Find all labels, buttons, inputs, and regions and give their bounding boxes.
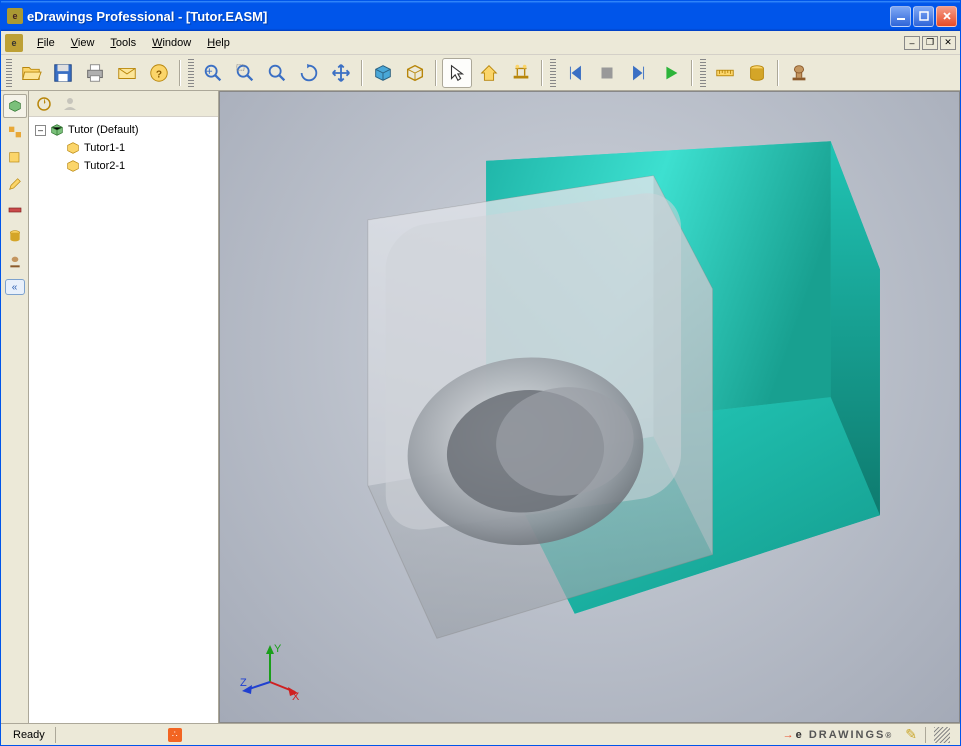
print-button[interactable] [80, 58, 110, 88]
edit-icon[interactable]: ✎ [905, 726, 917, 743]
markup-icon[interactable] [3, 146, 27, 170]
menu-help[interactable]: Help [199, 34, 238, 52]
model-render [220, 92, 959, 722]
collapse-panel-button[interactable]: « [5, 279, 25, 295]
app-icon: e [7, 8, 23, 24]
doc-icon: e [5, 34, 23, 52]
zoom-button[interactable] [262, 58, 292, 88]
open-button[interactable] [16, 58, 46, 88]
toolbar-separator [435, 60, 437, 86]
3d-viewport[interactable]: Y X Z [219, 91, 960, 723]
tree-user-icon[interactable] [59, 93, 81, 115]
svg-text:X: X [292, 691, 300, 702]
toolbar-grip[interactable] [6, 59, 12, 87]
status-ready: Ready [5, 729, 53, 741]
select-button[interactable] [442, 58, 472, 88]
stop-button[interactable] [592, 58, 622, 88]
menu-window[interactable]: Window [144, 34, 199, 52]
titlebar[interactable]: e eDrawings Professional - [Tutor.EASM] [1, 1, 960, 31]
toolbar-separator [777, 60, 779, 86]
perspective-button[interactable] [400, 58, 430, 88]
workarea: « – Tutor (Default) Tutor1-1 Tut [1, 91, 960, 723]
stamp-tool-icon[interactable] [3, 250, 27, 274]
statusbar: Ready ∴ →e DRAWINGS® ✎ [1, 723, 960, 745]
mdi-close-button[interactable]: ✕ [940, 36, 956, 50]
collapse-icon[interactable]: – [35, 125, 46, 136]
minimize-button[interactable] [890, 6, 911, 27]
tree-body: – Tutor (Default) Tutor1-1 Tutor2-1 [29, 117, 218, 723]
tree-item-row[interactable]: Tutor2-1 [31, 157, 216, 175]
next-button[interactable] [624, 58, 654, 88]
toolbar-separator [361, 60, 363, 86]
menu-view[interactable]: View [63, 34, 103, 52]
tree-root-label: Tutor (Default) [68, 124, 139, 136]
menu-file[interactable]: File [29, 34, 63, 52]
tree-home-icon[interactable] [33, 93, 55, 115]
svg-text:Z: Z [240, 677, 247, 689]
zoom-area-button[interactable] [230, 58, 260, 88]
close-button[interactable] [936, 6, 957, 27]
pan-button[interactable] [326, 58, 356, 88]
help-button[interactable]: ? [144, 58, 174, 88]
tree-item-label: Tutor2-1 [84, 160, 125, 172]
main-toolbar: ? [1, 55, 960, 91]
mdi-minimize-button[interactable]: – [904, 36, 920, 50]
toolbar-grip[interactable] [700, 59, 706, 87]
section-tool-icon[interactable] [3, 224, 27, 248]
mass-props-button[interactable] [506, 58, 536, 88]
section-button[interactable] [742, 58, 772, 88]
resize-grip[interactable] [934, 727, 950, 743]
components-tab-icon[interactable] [3, 94, 27, 118]
shaded-button[interactable] [368, 58, 398, 88]
stamp-button[interactable] [784, 58, 814, 88]
configurations-icon[interactable] [3, 120, 27, 144]
brand-logo: →e DRAWINGS® [777, 728, 900, 742]
send-button[interactable] [112, 58, 142, 88]
play-button[interactable] [656, 58, 686, 88]
menu-tools[interactable]: Tools [102, 34, 144, 52]
save-button[interactable] [48, 58, 78, 88]
tree-item-label: Tutor1-1 [84, 142, 125, 154]
pencil-icon[interactable] [3, 172, 27, 196]
toolbar-grip[interactable] [188, 59, 194, 87]
menubar: e File View Tools Window Help – ❐ ✕ [1, 31, 960, 55]
window-controls [890, 6, 957, 27]
window-title: eDrawings Professional - [Tutor.EASM] [27, 9, 890, 24]
maximize-button[interactable] [913, 6, 934, 27]
side-toolbar: « [1, 91, 29, 723]
home-button[interactable] [474, 58, 504, 88]
rss-icon[interactable]: ∴ [168, 728, 182, 742]
app-window: e eDrawings Professional - [Tutor.EASM] … [0, 0, 961, 746]
axis-triad: Y X Z [240, 642, 300, 702]
part-icon [65, 158, 81, 174]
measure-button[interactable] [710, 58, 740, 88]
svg-text:?: ? [156, 69, 162, 80]
tree-root-row[interactable]: – Tutor (Default) [31, 121, 216, 139]
toolbar-separator [179, 60, 181, 86]
toolbar-separator [691, 60, 693, 86]
rotate-button[interactable] [294, 58, 324, 88]
tree-item-row[interactable]: Tutor1-1 [31, 139, 216, 157]
part-icon [65, 140, 81, 156]
mdi-restore-button[interactable]: ❐ [922, 36, 938, 50]
toolbar-separator [541, 60, 543, 86]
tree-toolbar [29, 91, 218, 117]
component-tree-panel: – Tutor (Default) Tutor1-1 Tutor2-1 [29, 91, 219, 723]
svg-text:Y: Y [274, 643, 282, 655]
toolbar-grip[interactable] [550, 59, 556, 87]
zoom-fit-button[interactable] [198, 58, 228, 88]
measure-icon[interactable] [3, 198, 27, 222]
first-button[interactable] [560, 58, 590, 88]
assembly-icon [49, 122, 65, 138]
